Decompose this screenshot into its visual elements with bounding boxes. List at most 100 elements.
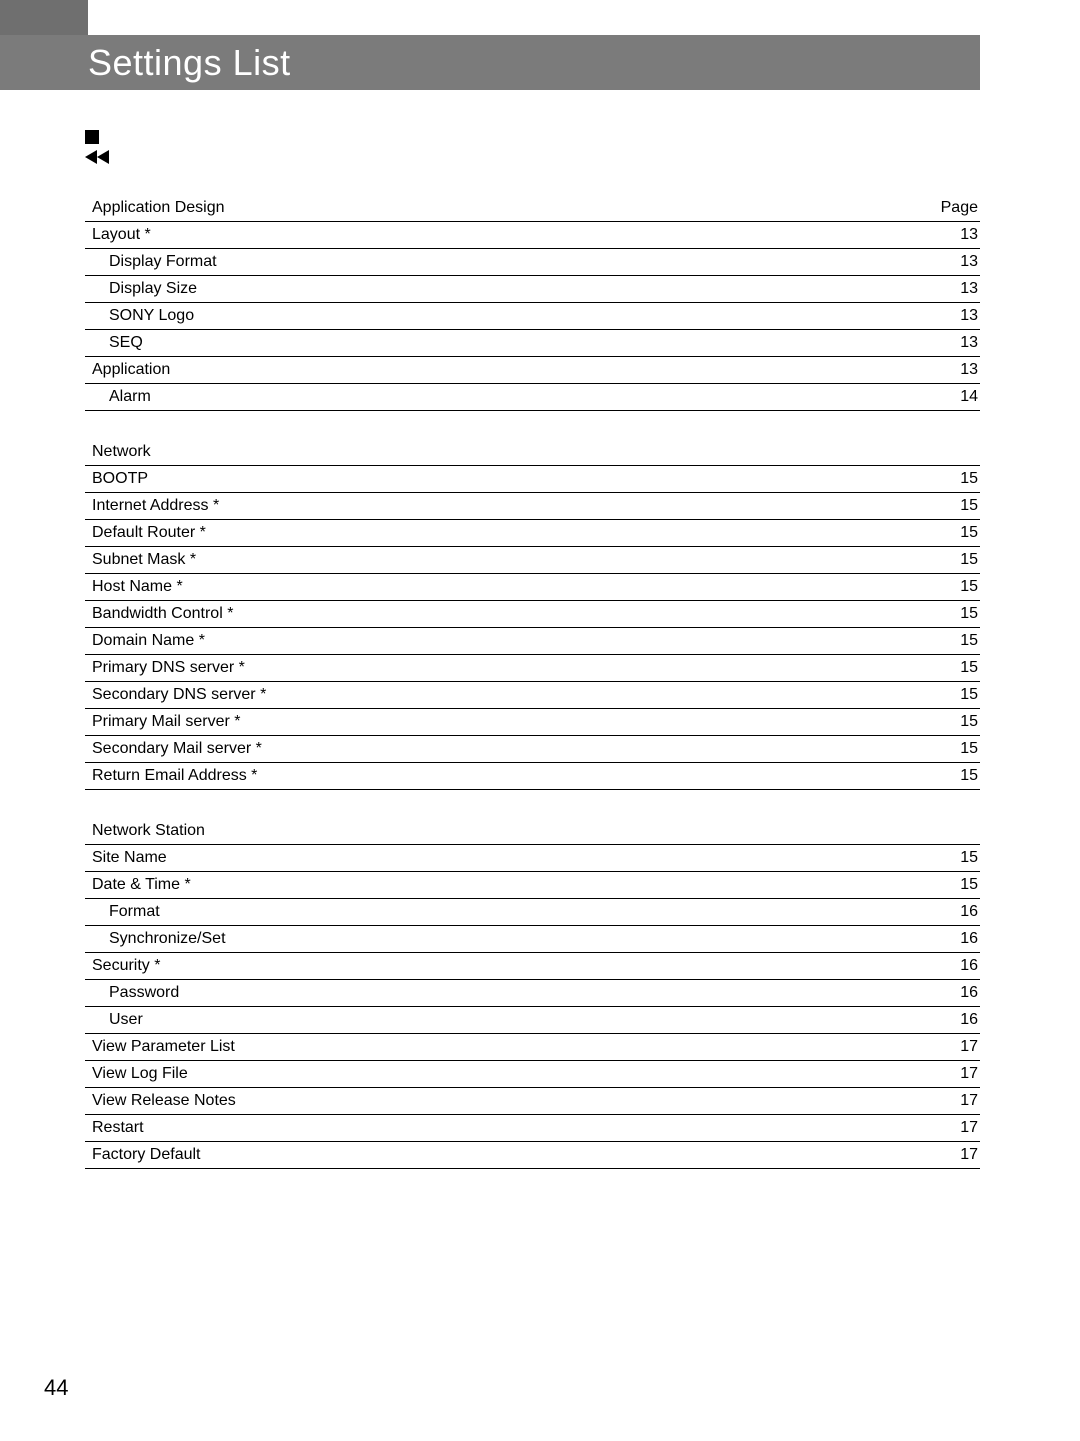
settings-row-label: Format (87, 903, 160, 921)
settings-row: Security * 16 (85, 953, 980, 980)
settings-row: Application 13 (85, 357, 980, 384)
settings-row: Password 16 (85, 980, 980, 1007)
settings-row: Display Format 13 (85, 249, 980, 276)
settings-row-label: Display Format (87, 253, 217, 271)
settings-row-page: 14 (938, 388, 978, 406)
settings-row: Secondary DNS server * 15 (85, 682, 980, 709)
document-page: Settings List Application Design Page Layo… (0, 0, 1080, 1441)
settings-row-label: Host Name * (87, 578, 183, 596)
settings-row: Default Router *15 (85, 520, 980, 547)
settings-section: Network StationSite Name15Date & Time *1… (85, 818, 980, 1169)
settings-row: Return Email Address * 15 (85, 763, 980, 790)
settings-row: Display Size 13 (85, 276, 980, 303)
settings-row: Site Name15 (85, 845, 980, 872)
settings-row-page: 17 (938, 1092, 978, 1110)
settings-row-label: Primary DNS server * (87, 659, 245, 677)
settings-row-page: 17 (938, 1065, 978, 1083)
settings-row-label: Site Name (87, 849, 167, 867)
settings-row-label: Display Size (87, 280, 197, 298)
settings-row-label: View Log File (87, 1065, 188, 1083)
settings-row: SEQ 13 (85, 330, 980, 357)
settings-row-page: 16 (938, 984, 978, 1002)
settings-section: Application DesignPageLayout *13Display … (85, 195, 980, 411)
settings-row: Synchronize/Set 16 (85, 926, 980, 953)
settings-row-label: User (87, 1011, 143, 1029)
settings-row-page: 17 (938, 1146, 978, 1164)
stop-icon (85, 130, 99, 144)
settings-row-label: Primary Mail server * (87, 713, 240, 731)
settings-row: BOOTP15 (85, 466, 980, 493)
settings-row-label: Bandwidth Control * (87, 605, 233, 623)
settings-row-label: View Parameter List (87, 1038, 235, 1056)
settings-row-page: 13 (938, 334, 978, 352)
section-header-label: Application Design (87, 199, 225, 217)
settings-row-label: Domain Name * (87, 632, 205, 650)
rewind-icon (85, 150, 113, 164)
section-header-label: Network (87, 443, 151, 461)
settings-row-page: 15 (938, 876, 978, 894)
settings-row: View Release Notes 17 (85, 1088, 980, 1115)
settings-row-label: View Release Notes (87, 1092, 236, 1110)
settings-row: Layout *13 (85, 222, 980, 249)
settings-row: Domain Name * 15 (85, 628, 980, 655)
settings-row-page: 13 (938, 361, 978, 379)
settings-row: SONY Logo 13 (85, 303, 980, 330)
settings-row-label: Date & Time * (87, 876, 191, 894)
settings-row-page: 15 (938, 632, 978, 650)
settings-row-page: 15 (938, 659, 978, 677)
settings-row: Restart 17 (85, 1115, 980, 1142)
section-header-row: Network Station (85, 818, 980, 845)
settings-row-label: Application (87, 361, 170, 379)
settings-row: View Log File 17 (85, 1061, 980, 1088)
settings-row-page: 15 (938, 713, 978, 731)
settings-row: Alarm 14 (85, 384, 980, 411)
settings-row-page: 15 (938, 497, 978, 515)
settings-row-page: 13 (938, 280, 978, 298)
settings-row-page: 15 (938, 605, 978, 623)
section-header-row: Application Design Page (85, 195, 980, 222)
header-bar: Settings List (0, 35, 980, 90)
settings-row-page: 16 (938, 1011, 978, 1029)
settings-row-label: Return Email Address * (87, 767, 257, 785)
settings-row: Primary Mail server * 15 (85, 709, 980, 736)
settings-row: Subnet Mask *15 (85, 547, 980, 574)
settings-row-label: Alarm (87, 388, 151, 406)
settings-row-label: SEQ (87, 334, 143, 352)
settings-row-label: SONY Logo (87, 307, 194, 325)
settings-row-label: Default Router * (87, 524, 206, 542)
section-header-label: Network Station (87, 822, 205, 840)
settings-row-label: Password (87, 984, 179, 1002)
settings-row-page: 16 (938, 903, 978, 921)
page-column-header: Page (938, 199, 978, 217)
settings-section: NetworkBOOTP15Internet Address *15Defaul… (85, 439, 980, 790)
settings-row-label: Internet Address * (87, 497, 219, 515)
nav-icons (85, 130, 113, 164)
settings-row-label: BOOTP (87, 470, 148, 488)
settings-row-page: 15 (938, 767, 978, 785)
settings-row: Factory Default 17 (85, 1142, 980, 1169)
settings-row-page: 15 (938, 686, 978, 704)
settings-row-label: Factory Default (87, 1146, 200, 1164)
settings-row-label: Layout * (87, 226, 151, 244)
settings-row-label: Subnet Mask * (87, 551, 196, 569)
settings-row-page: 17 (938, 1119, 978, 1137)
settings-row-label: Restart (87, 1119, 144, 1137)
settings-row: Format 16 (85, 899, 980, 926)
settings-row-page: 16 (938, 930, 978, 948)
settings-row: Host Name *15 (85, 574, 980, 601)
settings-row: Date & Time * 15 (85, 872, 980, 899)
settings-row: View Parameter List17 (85, 1034, 980, 1061)
section-header-row: Network (85, 439, 980, 466)
settings-row-page: 13 (938, 253, 978, 271)
settings-row-label: Security * (87, 957, 160, 975)
settings-row-label: Secondary DNS server * (87, 686, 266, 704)
settings-row: Bandwidth Control * 15 (85, 601, 980, 628)
settings-row: Primary DNS server * 15 (85, 655, 980, 682)
settings-table: Application DesignPageLayout *13Display … (85, 195, 980, 1197)
settings-row-label: Secondary Mail server * (87, 740, 262, 758)
settings-row-page: 16 (938, 957, 978, 975)
settings-row-label: Synchronize/Set (87, 930, 226, 948)
settings-row-page: 13 (938, 307, 978, 325)
settings-row: Internet Address * 15 (85, 493, 980, 520)
page-title: Settings List (88, 42, 291, 84)
